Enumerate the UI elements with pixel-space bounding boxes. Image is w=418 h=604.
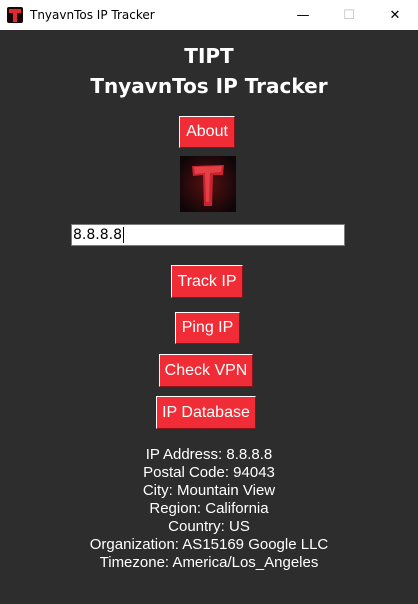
ip-input-value: 8.8.8.8: [73, 227, 122, 243]
result-region: Region: California: [149, 500, 269, 517]
main-panel: TIPT TnyavnTos IP Tracker About 8.8.8.8 …: [0, 30, 418, 604]
minimize-button[interactable]: —: [280, 0, 326, 30]
result-organization: Organization: AS15169 Google LLC: [89, 536, 329, 553]
ping-ip-button[interactable]: Ping IP: [175, 312, 240, 344]
result-timezone: Timezone: America/Los_Angeles: [99, 554, 319, 571]
ip-input[interactable]: 8.8.8.8: [71, 224, 345, 246]
app-icon: [7, 7, 23, 23]
text-caret: [122, 227, 124, 243]
close-button[interactable]: ✕: [372, 0, 418, 30]
check-vpn-button[interactable]: Check VPN: [159, 354, 253, 387]
app-short-title: TIPT: [184, 44, 234, 68]
t-logo-icon: [180, 156, 236, 212]
ip-database-button[interactable]: IP Database: [156, 396, 256, 429]
result-country: Country: US: [168, 518, 250, 535]
result-ip-address: IP Address: 8.8.8.8: [145, 446, 273, 463]
window-title: TnyavnTos IP Tracker: [30, 8, 155, 22]
result-city: City: Mountain View: [142, 482, 276, 499]
result-postal-code: Postal Code: 94043: [143, 464, 275, 481]
track-ip-button[interactable]: Track IP: [171, 265, 243, 298]
window-controls: — ☐ ✕: [280, 0, 418, 30]
about-button[interactable]: About: [179, 116, 235, 148]
app-full-title: TnyavnTos IP Tracker: [90, 74, 328, 98]
title-bar: TnyavnTos IP Tracker — ☐ ✕: [0, 0, 418, 30]
maximize-button[interactable]: ☐: [326, 0, 372, 30]
